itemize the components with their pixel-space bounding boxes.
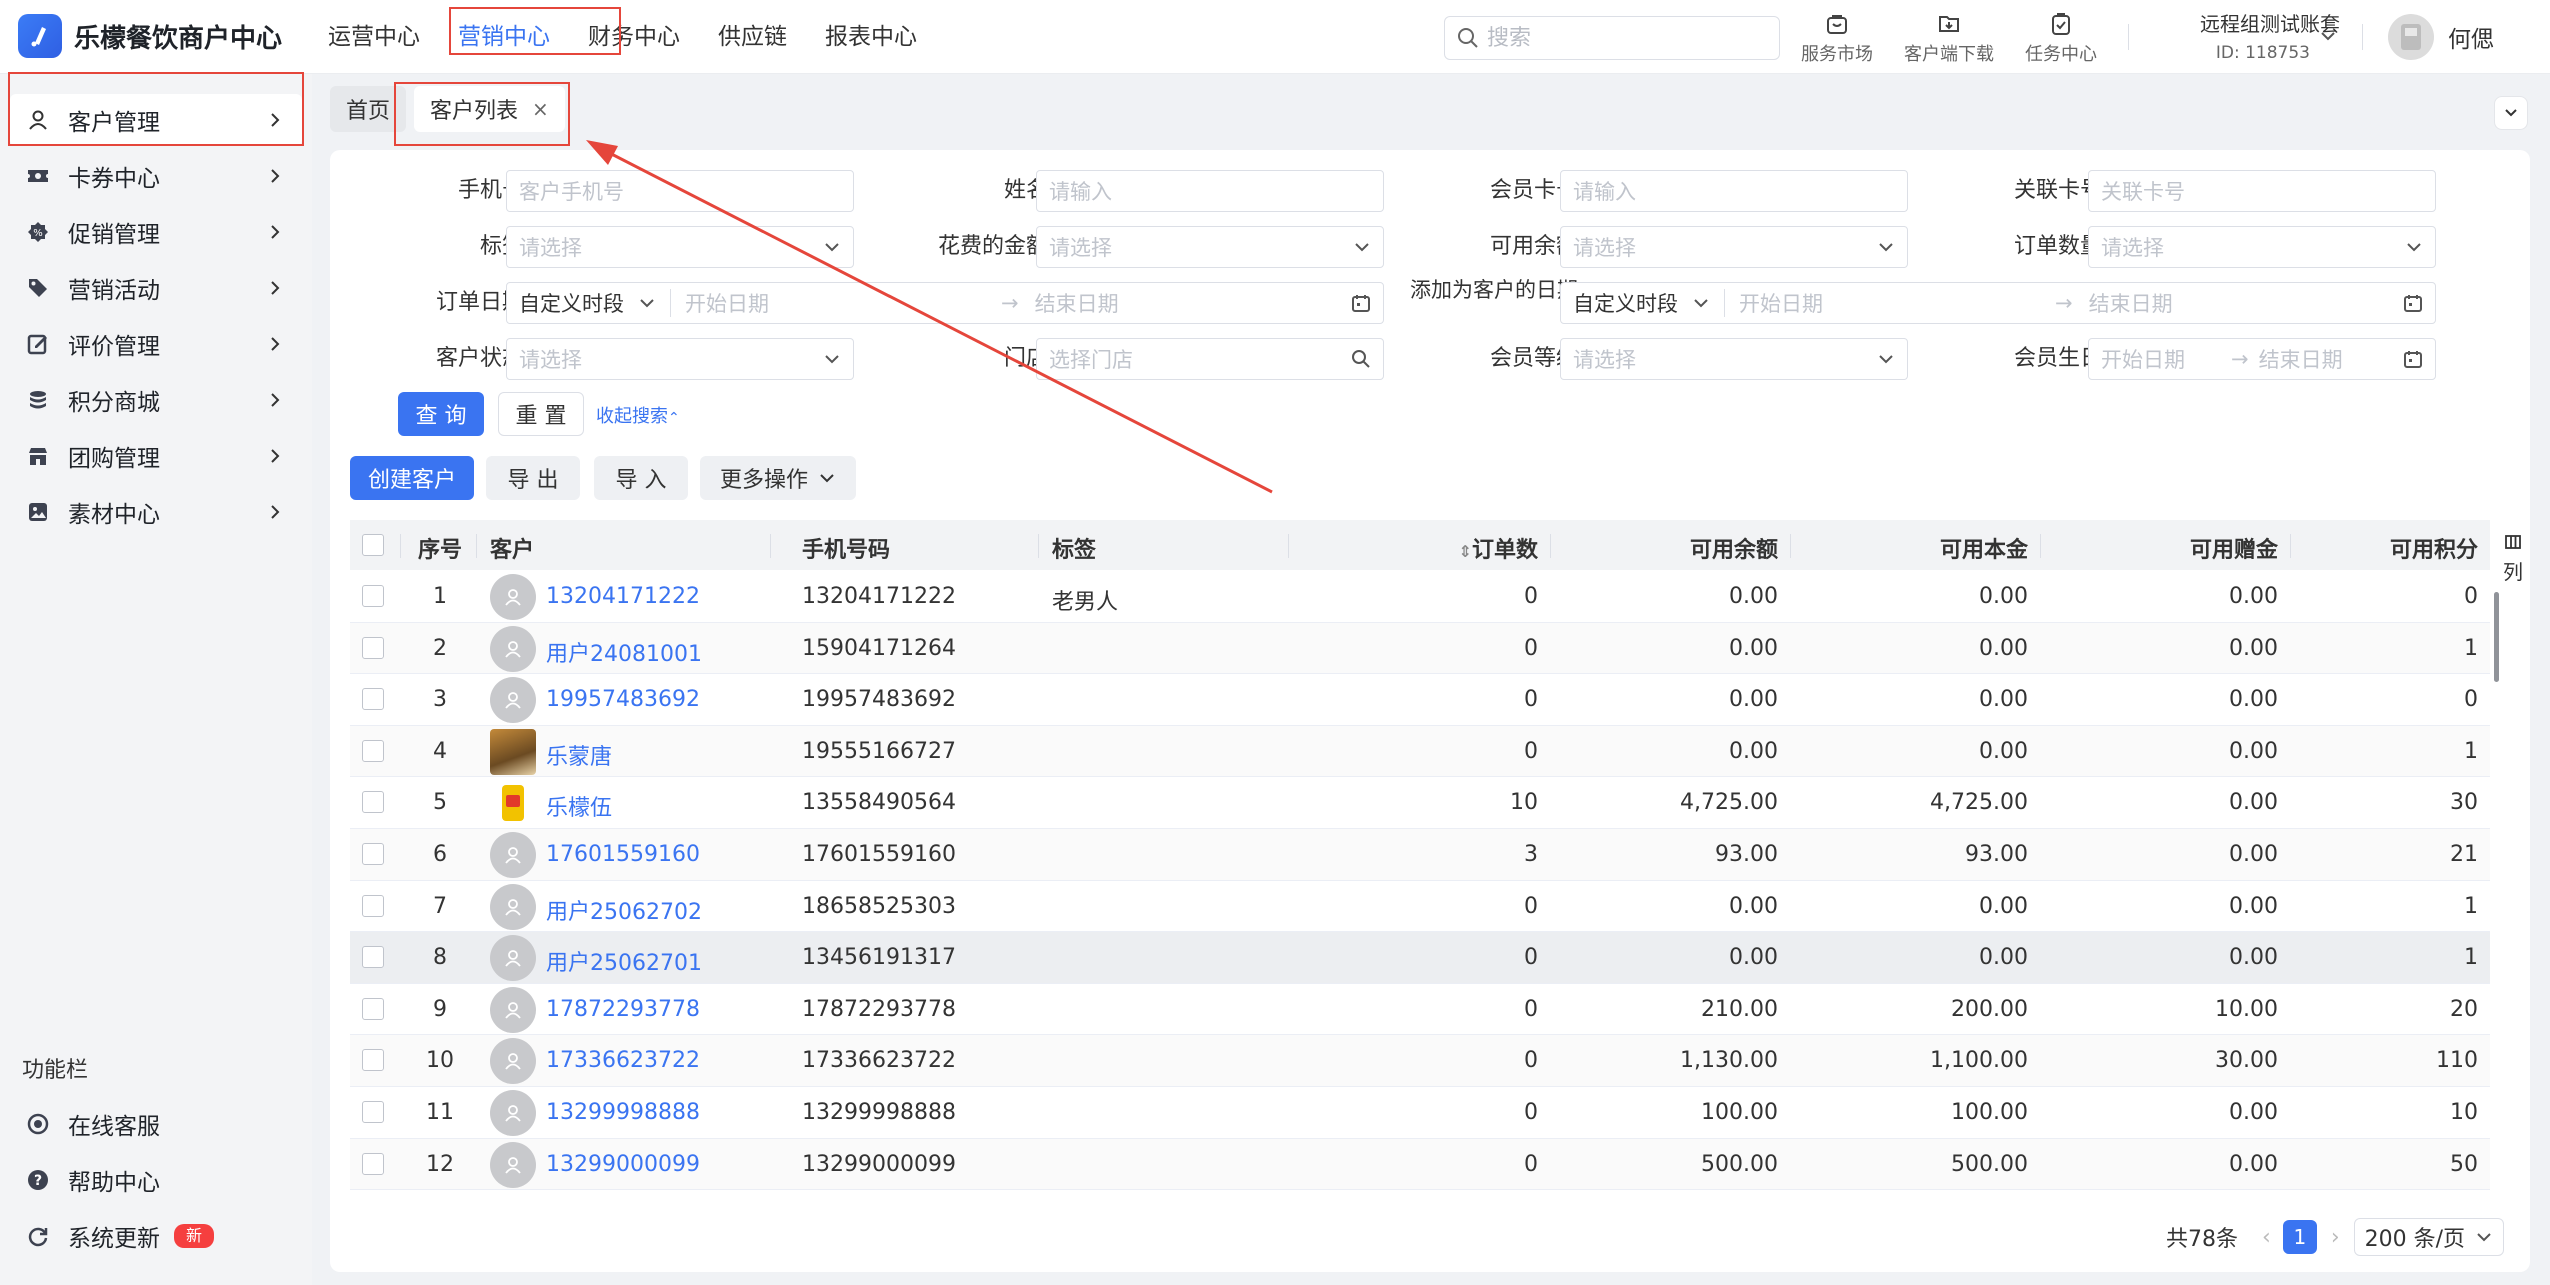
- annotation-arrow: [586, 140, 1273, 494]
